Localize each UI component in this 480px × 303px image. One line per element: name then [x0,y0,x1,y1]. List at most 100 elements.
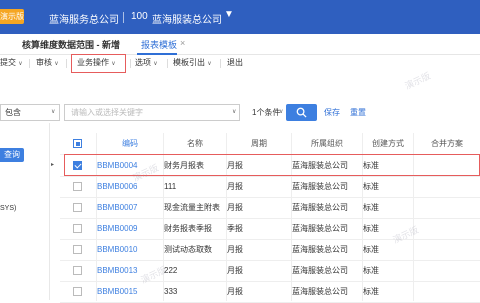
column-header-period[interactable]: 周期 [227,133,291,154]
cell-merge-scheme [414,239,480,260]
cell-merge-scheme [414,281,480,302]
toolbar-divider [167,59,168,68]
chevron-down-icon: ∨ [51,109,56,115]
cell-name: 222 [164,266,178,275]
row-select-cell[interactable] [60,281,92,302]
cell-name: 财务报表季报 [164,224,212,233]
row-select-cell[interactable] [60,176,92,197]
row-checkbox[interactable] [73,182,82,191]
cell-merge-scheme [414,176,480,197]
cell-create-mode: 标准 [363,266,379,275]
template-export-label: 模板引出 [173,58,205,67]
cell-code[interactable]: BBMB0007 [97,197,163,218]
cell-create-mode: 标准 [363,182,379,191]
chevron-down-icon[interactable]: ∨ [232,108,236,115]
cell-code[interactable]: BBMB0015 [97,281,163,302]
search-icon [296,107,307,118]
toolbar-divider [220,59,221,68]
save-scheme-link[interactable]: 保存 [324,107,340,118]
chevron-down-icon: ∨ [111,61,116,67]
cell-org: 蓝海服装总公司 [292,203,348,212]
cell-period: 月报 [227,287,243,296]
audit-menu[interactable]: 审核 ∨ [36,57,59,68]
cell-name: 现金流量主附表 [164,203,220,212]
cell-period: 季报 [227,224,243,233]
cell-code[interactable]: BBMB0010 [97,239,163,260]
company-name[interactable]: 蓝海服装总公司 [152,11,222,26]
cell-org: 蓝海服装总公司 [292,245,348,254]
cell-period: 月报 [227,203,243,212]
cell-name: 111 [164,182,177,191]
org-name[interactable]: 蓝海服务总公司 [49,11,119,26]
options-label: 选项 [135,58,151,67]
chevron-down-icon[interactable]: ∨ [279,108,283,115]
cell-create-mode: 标准 [363,203,379,212]
table-row[interactable]: BBMB0007 现金流量主附表 月报 蓝海服装总公司 标准 [60,197,480,219]
cell-merge-scheme [414,218,480,239]
cell-code[interactable]: BBMB0009 [97,218,163,239]
filter-operator-value: 包含 [5,108,21,117]
column-header-org[interactable]: 所属组织 [292,133,362,154]
org-code: 100 [131,11,148,22]
row-checkbox[interactable] [73,287,82,296]
cell-period: 月报 [227,245,243,254]
column-header-create-mode[interactable]: 创建方式 [363,133,413,154]
row-checkbox[interactable] [73,245,82,254]
tab-report-template[interactable]: 报表模板 [141,38,177,51]
chevron-down-icon: ∨ [18,61,23,67]
selected-row-highlight [64,154,480,176]
cell-merge-scheme [414,260,480,281]
template-export-menu[interactable]: 模板引出 ∨ [173,57,212,68]
cell-org: 蓝海服装总公司 [292,266,348,275]
column-header-name[interactable]: 名称 [164,133,226,154]
keyword-input[interactable] [64,104,240,121]
current-row-marker-icon: ▸ [51,162,55,168]
column-header-merge-scheme[interactable]: 合并方案 [414,133,480,154]
submit-menu[interactable]: 提交 ∨ [0,57,23,68]
select-all-cell[interactable] [60,133,92,154]
row-select-cell[interactable] [60,260,92,281]
close-icon[interactable]: × [180,38,185,48]
chevron-down-icon: ∨ [207,61,212,67]
table-row[interactable]: BBMB0006 111 月报 蓝海服装总公司 标准 [60,176,480,198]
cell-org: 蓝海服装总公司 [292,287,348,296]
cell-period: 月报 [227,182,243,191]
row-select-cell[interactable] [60,239,92,260]
options-menu[interactable]: 选项 ∨ [135,57,158,68]
row-checkbox[interactable] [73,266,82,275]
row-checkbox[interactable] [73,224,82,233]
row-select-cell[interactable] [60,197,92,218]
business-ops-menu[interactable]: 业务操作 ∨ [77,57,116,68]
chevron-down-icon: ∨ [54,61,59,67]
exit-button[interactable]: 退出 [227,57,243,68]
cell-org: 蓝海服装总公司 [292,224,348,233]
toolbar-divider [130,59,131,68]
caret-down-icon[interactable]: ▼ [224,9,234,20]
query-button[interactable]: 查询 [0,148,24,162]
cell-code[interactable]: BBMB0006 [97,176,163,197]
tab-scope-new[interactable]: 核算维度数据范围 - 新增 [22,38,120,51]
table-header-row: 编码 名称 周期 所属组织 创建方式 合并方案 [60,133,480,155]
condition-count[interactable]: 1个条件 [252,107,280,118]
business-ops-label: 业务操作 [77,58,109,67]
row-select-cell[interactable] [60,218,92,239]
cell-merge-scheme [414,197,480,218]
reset-link[interactable]: 重置 [350,107,366,118]
table-row[interactable]: BBMB0013 222 月报 蓝海服装总公司 标准 [60,260,480,282]
submit-label: 提交 [0,58,16,67]
audit-label: 审核 [36,58,52,67]
column-header-code[interactable]: 编码 [97,133,163,154]
cell-create-mode: 标准 [363,287,379,296]
toolbar-divider [66,59,67,68]
cell-create-mode: 标准 [363,245,379,254]
cell-name: 333 [164,287,178,296]
table-row[interactable]: BBMB0010 测试动态取数 月报 蓝海服装总公司 标准 [60,239,480,261]
row-checkbox[interactable] [73,203,82,212]
header-separator [123,12,124,23]
cell-period: 月报 [227,266,243,275]
cell-org: 蓝海服装总公司 [292,182,348,191]
cell-name: 测试动态取数 [164,245,212,254]
select-all-checkbox[interactable] [73,139,82,148]
left-panel-item[interactable]: SYS) [0,205,16,212]
watermark: 演示版 [403,70,433,92]
